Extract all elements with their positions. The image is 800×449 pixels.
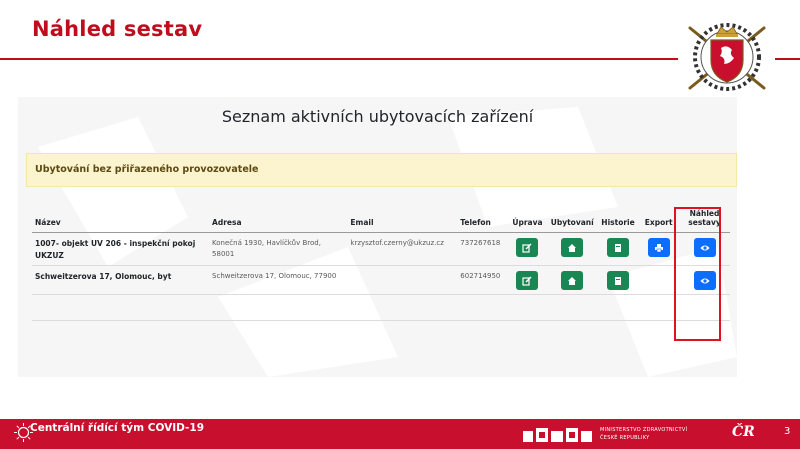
row-phone: 602714950 [457, 265, 509, 296]
header-address: Adresa [209, 207, 348, 233]
accommodation-button[interactable] [561, 271, 584, 291]
footer-ministry-line1: Ministerstvo zdravotnictví [600, 427, 688, 433]
edit-button[interactable] [516, 238, 539, 257]
table-header-row: Název Adresa Email Telefon Úprava Ubytov… [32, 207, 730, 233]
coat-of-arms-icon [688, 23, 766, 91]
accommodation-cell [546, 265, 598, 296]
row-phone: 737267618 [457, 232, 509, 267]
export-cell [638, 232, 680, 267]
unassigned-alert: Ubytování bez přiřazeného provozovatele [26, 153, 737, 187]
footer-team-name: Centrální řídící tým COVID-19 [30, 422, 205, 434]
page-heading: Seznam aktivních ubytovacích zařízení [221, 107, 534, 126]
print-icon [654, 243, 663, 252]
export-cell [638, 265, 680, 296]
edit-icon [522, 276, 532, 286]
edit-button[interactable] [516, 271, 539, 291]
edit-cell [508, 232, 547, 267]
accommodation-button[interactable] [561, 238, 584, 257]
table-row-empty [32, 294, 730, 322]
preview-column-highlight [674, 207, 721, 341]
edit-cell [508, 265, 547, 296]
facilities-table: Název Adresa Email Telefon Úprava Ubytov… [32, 207, 730, 322]
history-cell [597, 265, 639, 296]
row-address: Konečná 1930, Havlíčkův Brod, 58001 [209, 232, 348, 267]
accommodation-cell [546, 232, 598, 267]
home-icon [568, 243, 577, 252]
footer-ministry-line2: České republiky [600, 435, 650, 441]
slide-title: Náhled sestav [32, 17, 203, 41]
history-button[interactable] [607, 238, 629, 257]
footer-cr-logo: ČR [732, 424, 755, 440]
row-name: Schweitzerova 17, Olomouc, byt [32, 265, 210, 296]
row-email: krzysztof.czerny@ukzuz.cz [347, 232, 458, 267]
home-icon [568, 276, 577, 285]
header-edit: Úprava [508, 207, 547, 233]
row-email [347, 265, 458, 296]
history-button[interactable] [607, 271, 629, 291]
footer-ministry: Ministerstvo zdravotnictví České republi… [600, 426, 687, 442]
header-export: Export [638, 207, 680, 233]
header-accommodation: Ubytovaní [546, 207, 598, 233]
row-name: 1007- objekt UV 206 - inspekční pokoj UK… [32, 232, 210, 267]
header-email: Email [347, 207, 458, 233]
table-row: Schweitzerova 17, Olomouc, byt Schweitze… [32, 265, 730, 296]
footer-bar: Centrální řídící tým COVID-19 Ministerst… [0, 419, 800, 449]
title-rule-right [775, 58, 800, 60]
ministry-logo-icon [523, 428, 592, 442]
empty-cell [32, 294, 730, 322]
history-cell [597, 232, 639, 267]
header-name: Název [32, 207, 210, 233]
row-address: Schweitzerova 17, Olomouc, 77900 [209, 265, 348, 296]
table-row: 1007- objekt UV 206 - inspekční pokoj UK… [32, 232, 730, 267]
header-phone: Telefon [457, 207, 509, 233]
book-icon [615, 243, 621, 252]
export-button[interactable] [647, 238, 670, 257]
edit-icon [522, 243, 532, 253]
book-icon [615, 276, 621, 285]
page-number: 3 [784, 426, 791, 437]
title-rule [0, 58, 678, 60]
header-history: Historie [597, 207, 639, 233]
